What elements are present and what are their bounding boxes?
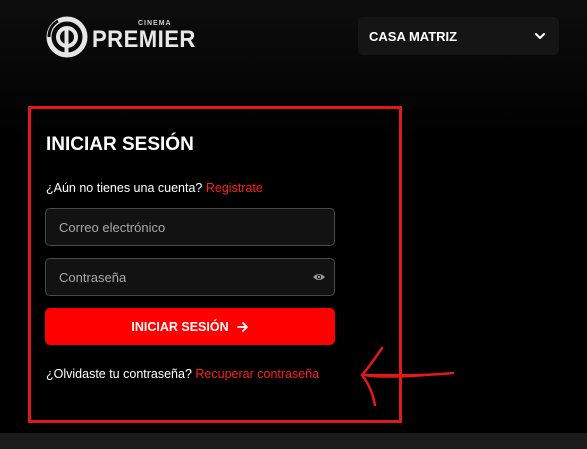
recover-password-link[interactable]: Recuperar contraseña [195,367,319,381]
logo-mark-icon [46,16,88,58]
email-field[interactable] [45,208,335,246]
branch-select-value: CASA MATRIZ [369,28,458,44]
forgot-text: ¿Olvidaste tu contraseña? [46,367,192,381]
eye-icon[interactable] [312,272,326,282]
arrow-right-icon [236,321,248,332]
signup-prompt: ¿Aún no tienes una cuenta? Registrate [46,181,263,195]
cinema-premier-logo[interactable]: CINEMA PREMIER [46,16,195,58]
no-account-text: ¿Aún no tienes una cuenta? [46,181,203,195]
logo-big-text: PREMIER [92,26,196,53]
annotation-arrow-icon [360,346,455,407]
login-page: CINEMA PREMIER CASA MATRIZ INICIAR SESIÓ… [0,0,587,449]
branch-select[interactable]: CASA MATRIZ [358,17,559,55]
login-title: INICIAR SESIÓN [46,134,194,155]
register-link[interactable]: Registrate [206,181,263,195]
chevron-down-icon [535,33,545,39]
forgot-password-prompt: ¿Olvidaste tu contraseña? Recuperar cont… [46,367,319,381]
footer-strip [0,433,587,449]
login-submit-label: INICIAR SESIÓN [131,319,229,334]
password-field[interactable] [45,258,335,296]
login-submit-button[interactable]: INICIAR SESIÓN [45,308,335,345]
